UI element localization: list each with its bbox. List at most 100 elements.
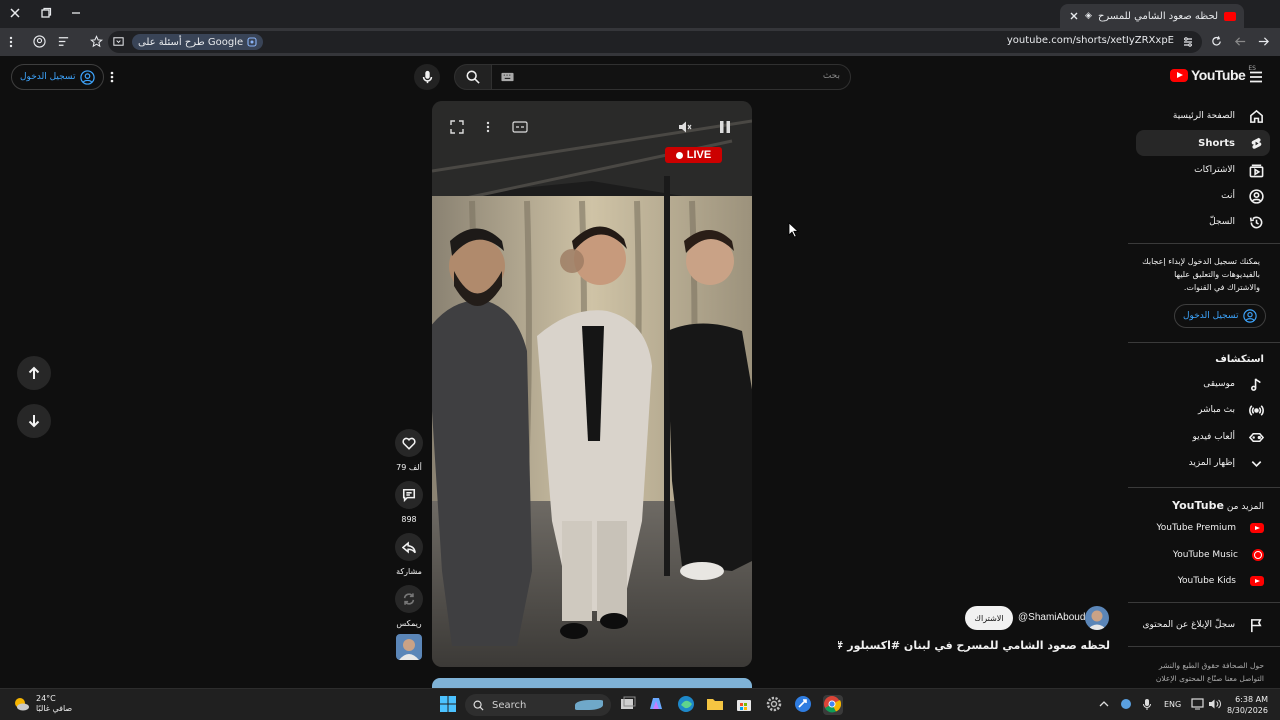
microphone-tray-icon[interactable]: [1142, 698, 1152, 711]
video-frame-image: [432, 101, 752, 667]
weather-widget[interactable]: 24°C صافي غالبًا: [12, 694, 72, 714]
keyboard-icon[interactable]: [501, 72, 514, 82]
player-more-icon[interactable]: [486, 121, 490, 133]
live-icon: [1249, 403, 1264, 418]
sidebar-item-music[interactable]: موسيقى: [1136, 371, 1270, 397]
footer-links-line[interactable]: التواصل معنا صنّاع المحتوى الإعلان: [1136, 672, 1264, 685]
fullscreen-icon[interactable]: [450, 120, 464, 134]
channel-handle[interactable]: @ShamiAboud: [1018, 612, 1085, 623]
copilot-icon[interactable]: [647, 695, 667, 715]
sidebar-item-live[interactable]: بث مباشر: [1136, 397, 1270, 423]
ask-google-chip[interactable]: طرح أسئلة على Google: [132, 34, 264, 50]
close-window-icon[interactable]: [9, 7, 21, 19]
captions-icon[interactable]: [512, 121, 528, 133]
settings-gear-icon[interactable]: [765, 695, 785, 715]
channel-avatar-small[interactable]: [396, 634, 422, 660]
remix-action[interactable]: ريمكس: [395, 585, 423, 628]
profile-icon[interactable]: [33, 35, 46, 48]
taskbar-search-box[interactable]: Search: [465, 694, 611, 716]
site-settings-icon[interactable]: [1182, 36, 1194, 48]
speaker-icon[interactable]: [1208, 698, 1221, 710]
channel-avatar[interactable]: [1085, 606, 1109, 630]
pause-icon[interactable]: [719, 120, 731, 134]
mute-icon[interactable]: [678, 120, 692, 134]
tab-close-icon[interactable]: [1069, 11, 1079, 21]
sidebar-item-subscriptions[interactable]: الاشتراكات: [1136, 157, 1270, 183]
sidebar-item-history[interactable]: السجلّ: [1136, 209, 1270, 235]
sidebar-item-you[interactable]: أنت: [1136, 183, 1270, 209]
search-input[interactable]: بحث: [491, 64, 851, 90]
comment-action[interactable]: 898: [395, 481, 423, 524]
url-text[interactable]: youtube.com/shorts/xetIyZRXxpE: [1007, 35, 1174, 46]
back-arrow-icon[interactable]: [1234, 35, 1247, 48]
remix-button[interactable]: [395, 585, 423, 613]
sidebar-item-youtube-premium[interactable]: YouTube Premium: [1136, 515, 1270, 541]
shorts-video-player[interactable]: LIVE: [432, 101, 752, 667]
search-button[interactable]: [454, 64, 492, 90]
sidebar-item-label: بث مباشر: [1198, 405, 1235, 415]
sidebar-divider: [1128, 602, 1280, 603]
reload-icon[interactable]: [1210, 35, 1223, 48]
sidebar-item-shorts[interactable]: Shorts: [1136, 130, 1270, 156]
sidebar-item-report-history[interactable]: سجلّ الإبلاغ عن المحتوى: [1136, 612, 1270, 638]
comment-icon: [402, 488, 416, 502]
language-indicator[interactable]: ENG: [1164, 700, 1181, 709]
shorts-icon: [1249, 136, 1264, 151]
youtube-page: تسجيل الدخول بحث YouTube ES الصفحة الرئي…: [0, 56, 1280, 688]
reading-list-icon[interactable]: [57, 35, 70, 48]
microsoft-store-icon[interactable]: [735, 695, 755, 715]
settings-menu-icon[interactable]: [110, 71, 114, 83]
sidebar-show-more[interactable]: إظهار المزيد: [1136, 450, 1270, 476]
file-explorer-icon[interactable]: [706, 695, 726, 715]
microphone-icon: [421, 70, 434, 84]
tray-app-icon[interactable]: [1120, 698, 1132, 710]
windows-taskbar: 24°C صافي غالبًا Search ENG 6:38 AM 8/30…: [0, 688, 1280, 720]
forward-arrow-icon[interactable]: [1257, 35, 1270, 48]
voice-search-button[interactable]: [414, 64, 440, 90]
music-icon: [1249, 377, 1264, 392]
browser-tab-active[interactable]: ◈ لحظه صعود الشامي للمسرح: [1060, 4, 1244, 28]
minimize-window-icon[interactable]: [70, 7, 82, 19]
subscribe-button[interactable]: الاشتراك: [965, 606, 1013, 630]
sidebar-footer-links[interactable]: حول الصحافة حقوق الطبع والنشر التواصل مع…: [1136, 659, 1264, 685]
header-signin-button[interactable]: تسجيل الدخول: [11, 64, 105, 90]
sidebar-item-youtube-music[interactable]: YouTube Music: [1136, 542, 1270, 568]
share-button[interactable]: [395, 533, 423, 561]
sidebar-item-gaming[interactable]: ألعاب فيديو: [1136, 424, 1270, 450]
browser-menu-icon[interactable]: [9, 36, 13, 48]
flag-icon: [1249, 618, 1264, 633]
youtube-logo[interactable]: YouTube ES: [1170, 65, 1256, 83]
bookmark-star-icon[interactable]: [90, 35, 103, 48]
chrome-icon[interactable]: [823, 695, 843, 715]
share-action[interactable]: مشاركة: [395, 533, 423, 576]
video-title[interactable]: لحظه صعود الشامي للمسرح في لبنان #اكسبلو…: [838, 639, 1110, 652]
sidebar-item-label: الاشتراكات: [1194, 165, 1235, 175]
sidebar-item-youtube-kids[interactable]: YouTube Kids: [1136, 568, 1270, 594]
clock-date: 8/30/2026: [1226, 706, 1268, 715]
display-tray-icon[interactable]: [1191, 698, 1204, 710]
sidebar-signin-prompt: يمكنك تسجيل الدخول لإبداء إعجابك بالفيدي…: [1142, 257, 1260, 292]
address-bar[interactable]: طرح أسئلة على Google youtube.com/shorts/…: [90, 31, 1202, 53]
like-button[interactable]: [395, 429, 423, 457]
task-view-icon[interactable]: [619, 695, 639, 715]
live-badge-label: LIVE: [686, 149, 712, 161]
previous-short-button[interactable]: [17, 356, 51, 390]
sidebar-item-home[interactable]: الصفحة الرئيسية: [1136, 103, 1270, 129]
edge-browser-icon[interactable]: [677, 695, 697, 715]
search-placeholder: بحث: [822, 71, 840, 81]
next-short-button[interactable]: [17, 404, 51, 438]
more-from-prefix: المزيد من: [1226, 502, 1264, 512]
like-action[interactable]: 79 ألف: [395, 429, 423, 472]
next-video-preview[interactable]: [432, 678, 752, 688]
comment-button[interactable]: [395, 481, 423, 509]
home-icon: [1249, 109, 1264, 124]
tray-overflow-chevron-icon[interactable]: [1099, 700, 1109, 708]
hamburger-menu-icon[interactable]: [1249, 71, 1263, 83]
restore-window-icon[interactable]: [40, 7, 52, 19]
footer-links-line[interactable]: حول الصحافة حقوق الطبع والنشر: [1136, 659, 1264, 672]
blue-app-icon[interactable]: [794, 695, 814, 715]
sidebar-signin-button[interactable]: تسجيل الدخول: [1174, 304, 1267, 328]
clock[interactable]: 6:38 AM 8/30/2026: [1226, 694, 1268, 716]
windows-start-icon[interactable]: [439, 695, 459, 715]
open-in-app-icon[interactable]: [112, 35, 125, 48]
